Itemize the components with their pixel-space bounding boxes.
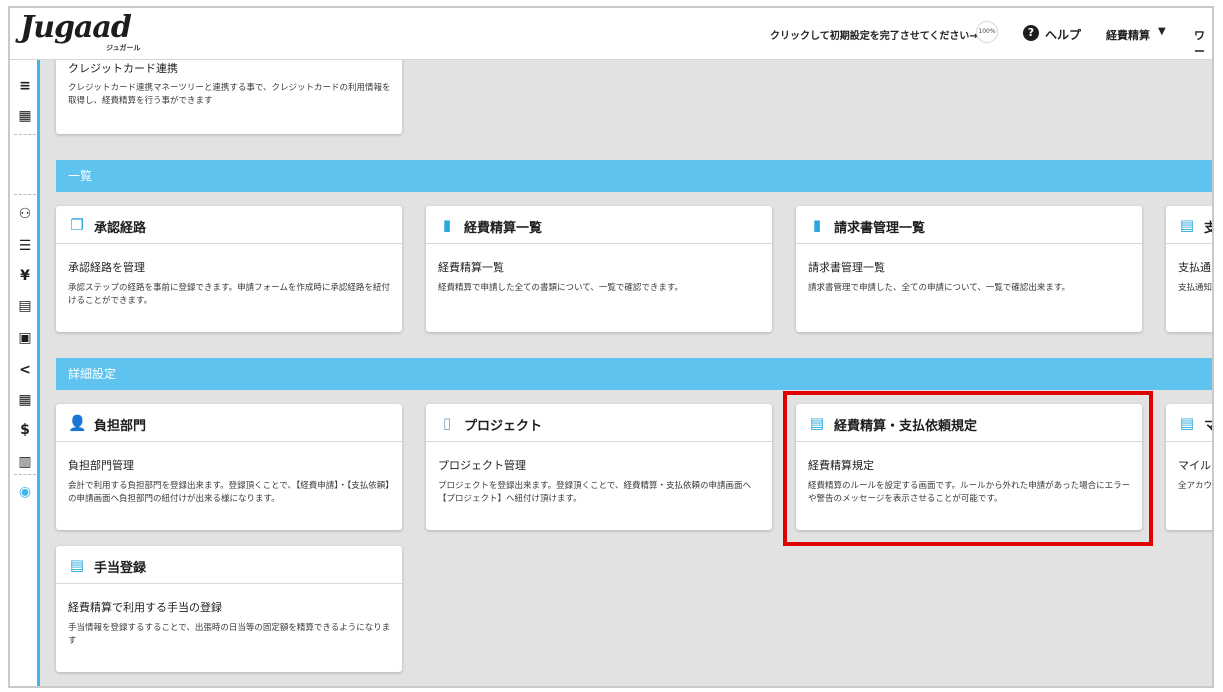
question-circle-icon[interactable]: ? bbox=[1023, 25, 1039, 41]
card-mileage[interactable]: ▤ マ マイル 全アカウ bbox=[1166, 404, 1213, 530]
clipboard-icon: ▤ bbox=[69, 556, 85, 574]
card-header: 👤 負担部門 bbox=[56, 404, 402, 442]
card-title: 支 bbox=[1204, 217, 1212, 236]
card-description: 請求書管理で申請した、全ての申請について、一覧で確認出来ます。 bbox=[808, 283, 1070, 293]
receipt-icon: ▤ bbox=[1179, 216, 1195, 234]
card-description: プロジェクトを登録出来ます。登録頂くことで、経費精算・支払依頼の申請画面へ【プロ… bbox=[438, 481, 752, 504]
card-approval-route[interactable]: ❐ 承認経路 承認経路を管理 承認ステップの経路を事前に登録できます。申請フォー… bbox=[56, 206, 402, 332]
card-description: 承認ステップの経路を事前に登録できます。申請フォームを作成時に承認経路を紐付ける… bbox=[68, 283, 390, 306]
share-icon[interactable]: < bbox=[10, 356, 40, 384]
card-title: 請求書管理一覧 bbox=[834, 221, 926, 236]
card-description: 経費精算で申請した全ての書類について、一覧で確認できます。 bbox=[438, 283, 683, 293]
card-subtitle: マイル bbox=[1178, 459, 1211, 472]
globe-icon[interactable]: ◉ bbox=[10, 478, 40, 506]
list-icon[interactable]: ☰ bbox=[10, 232, 40, 260]
card-credit-card[interactable]: クレジットカード連携 クレジットカード連携マネーツリーと連携する事で、クレジット… bbox=[56, 48, 402, 134]
sidebar-divider bbox=[14, 474, 36, 475]
card-subtitle: 負担部門管理 bbox=[68, 459, 134, 472]
card-description: 手当情報を登録するすることで、出張時の日当等の固定額を精算できるようになります bbox=[68, 623, 391, 646]
book-icon: ▮ bbox=[812, 216, 822, 234]
card-project[interactable]: ▯ プロジェクト プロジェクト管理 プロジェクトを登録出来ます。登録頂くことで、… bbox=[426, 404, 772, 530]
logo[interactable]: Jugaad bbox=[20, 10, 132, 45]
grid-icon[interactable]: ▦ bbox=[10, 386, 40, 414]
module-menu[interactable]: 経費精算 bbox=[1106, 27, 1150, 43]
card-header: ▤ 支 bbox=[1166, 206, 1212, 244]
highlight-box bbox=[783, 391, 1153, 546]
card-description: 支払通知 bbox=[1178, 283, 1213, 293]
card-description: 全アカウ bbox=[1178, 481, 1213, 491]
collapse-menu-icon[interactable]: ≡ bbox=[10, 72, 40, 100]
card-subtitle: 経費精算一覧 bbox=[438, 261, 504, 274]
card-title: 経費精算一覧 bbox=[464, 221, 543, 236]
users-icon[interactable]: ⚇ bbox=[10, 200, 40, 228]
section-header-detail: 詳細設定 bbox=[56, 358, 1212, 390]
card-subtitle: 承認経路を管理 bbox=[68, 261, 145, 274]
card-header: ▤ 手当登録 bbox=[56, 546, 402, 584]
card-header: ▮ 経費精算一覧 bbox=[426, 206, 772, 244]
help-link[interactable]: ヘルプ bbox=[1045, 26, 1081, 43]
sidebar-divider bbox=[14, 194, 36, 195]
setup-progress[interactable]: 100% bbox=[976, 21, 998, 43]
card-invoice-list[interactable]: ▮ 請求書管理一覧 請求書管理一覧 請求書管理で申請した、全ての申請について、一… bbox=[796, 206, 1142, 332]
top-bar: Jugaad ジュガール クリックして初期設定を完了させてください→ 100% … bbox=[10, 8, 1212, 60]
card-title: 承認経路 bbox=[94, 221, 147, 236]
card-subtitle: プロジェクト管理 bbox=[438, 459, 526, 472]
card-header: ▯ プロジェクト bbox=[426, 404, 772, 442]
file-search-icon: ▯ bbox=[442, 414, 452, 432]
card-expense-list[interactable]: ▮ 経費精算一覧 経費精算一覧 経費精算で申請した全ての書類について、一覧で確認… bbox=[426, 206, 772, 332]
yen-icon[interactable]: ¥ bbox=[10, 262, 40, 290]
dollar-file-icon[interactable]: $ bbox=[10, 416, 40, 444]
card-header: ❐ 承認経路 bbox=[56, 206, 402, 244]
card-title: マ bbox=[1204, 415, 1212, 434]
card-title: プロジェクト bbox=[464, 419, 543, 434]
card-title: 負担部門 bbox=[94, 419, 147, 434]
route-icon: ❐ bbox=[70, 216, 84, 234]
card-description: クレジットカード連携マネーツリーと連携する事で、クレジットカードの利用情報を取得… bbox=[68, 83, 391, 106]
book-icon: ▮ bbox=[442, 216, 452, 234]
logo-subtitle: ジュガール bbox=[106, 44, 141, 52]
setup-prompt-link[interactable]: クリックして初期設定を完了させてください→ bbox=[770, 27, 978, 42]
book-icon[interactable]: ▥ bbox=[10, 448, 40, 476]
clipboard-icon: ▤ bbox=[1179, 414, 1195, 432]
sidebar-divider bbox=[14, 134, 36, 135]
card-department[interactable]: 👤 負担部門 負担部門管理 会計で利用する負担部門を登録出来ます。登録頂くことで… bbox=[56, 404, 402, 530]
caret-down-icon[interactable]: ▼ bbox=[1158, 26, 1166, 37]
card-header: ▤ マ bbox=[1166, 404, 1212, 442]
content-gutter bbox=[40, 60, 56, 686]
document-icon[interactable]: ▤ bbox=[10, 292, 40, 320]
card-title: クレジットカード連携 bbox=[68, 62, 178, 75]
app-window: Jugaad ジュガール クリックして初期設定を完了させてください→ 100% … bbox=[8, 6, 1214, 688]
card-header: ▮ 請求書管理一覧 bbox=[796, 206, 1142, 244]
card-allowance[interactable]: ▤ 手当登録 経費精算で利用する手当の登録 手当情報を登録するすることで、出張時… bbox=[56, 546, 402, 672]
card-title: 手当登録 bbox=[94, 561, 147, 576]
card-payment-notice[interactable]: ▤ 支 支払通 支払通知 bbox=[1166, 206, 1213, 332]
card-description: 会計で利用する負担部門を登録出来ます。登録頂くことで、【経費申請】・【支払依頼】… bbox=[68, 481, 390, 504]
workflow-menu[interactable]: ワー bbox=[1194, 27, 1212, 59]
card-subtitle: 経費精算で利用する手当の登録 bbox=[68, 601, 222, 614]
receipt-icon[interactable]: ▣ bbox=[10, 324, 40, 352]
person-icon: 👤 bbox=[68, 414, 87, 432]
sidebar: ≡ ▦ ⚇ ☰ ¥ ▤ ▣ < ▦ $ ▥ ◉ bbox=[10, 60, 40, 686]
section-header-list: 一覧 bbox=[56, 160, 1212, 192]
card-subtitle: 請求書管理一覧 bbox=[808, 261, 885, 274]
building-icon[interactable]: ▦ bbox=[10, 102, 40, 130]
card-subtitle: 支払通 bbox=[1178, 261, 1211, 274]
